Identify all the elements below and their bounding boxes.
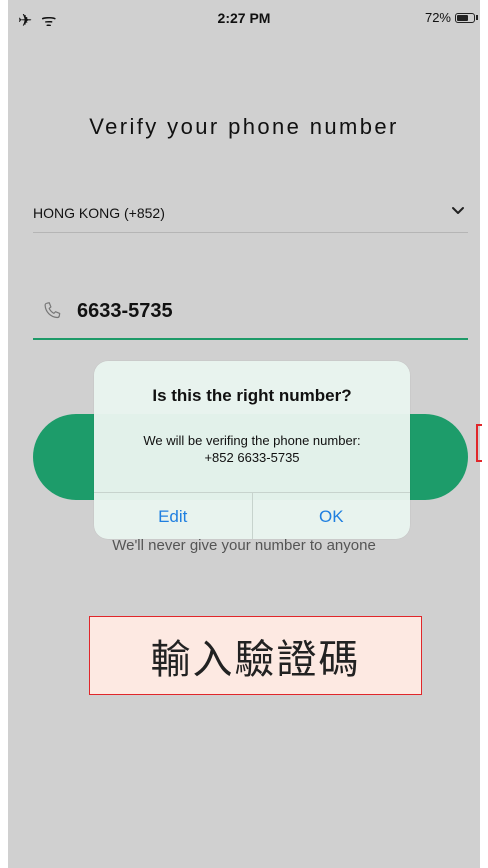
annotation-box: 輸入驗證碼 [89,616,422,695]
battery-percent: 72% [424,10,451,25]
dialog-buttons: Edit OK [94,492,410,539]
phone-icon [44,302,61,319]
battery-icon [455,12,475,23]
dialog-message: We will be verifing the phone number: +8… [104,432,400,466]
phone-number-value: 6633-5735 [77,300,173,322]
confirm-number-dialog: Is this the right number? We will be ver… [94,361,410,539]
edit-button[interactable]: Edit [94,493,253,539]
status-bar: ✈ ᯤ 2:27 PM 72% [8,0,480,40]
phone-screen: ✈ ᯤ 2:27 PM 72% Verify your phone number… [8,0,480,868]
dialog-message-line1: We will be verifing the phone number: [143,433,361,448]
country-selector-value: HONG KONG (+852) [33,205,165,221]
ok-button[interactable]: OK [253,493,411,539]
chevron-down-icon [452,207,464,214]
phone-number-field[interactable]: 6633-5735 [33,296,468,340]
privacy-note: We'll never give your number to anyone [112,537,376,554]
country-selector[interactable]: HONG KONG (+852) [33,196,468,233]
status-time: 2:27 PM [217,10,271,26]
dialog-message-line2: +852 6633-5735 [204,450,300,465]
page-title: Verify your phone number [89,114,399,139]
annotation-marker [476,424,482,462]
dialog-title: Is this the right number? [152,386,352,405]
battery-status: 72% [425,10,478,25]
